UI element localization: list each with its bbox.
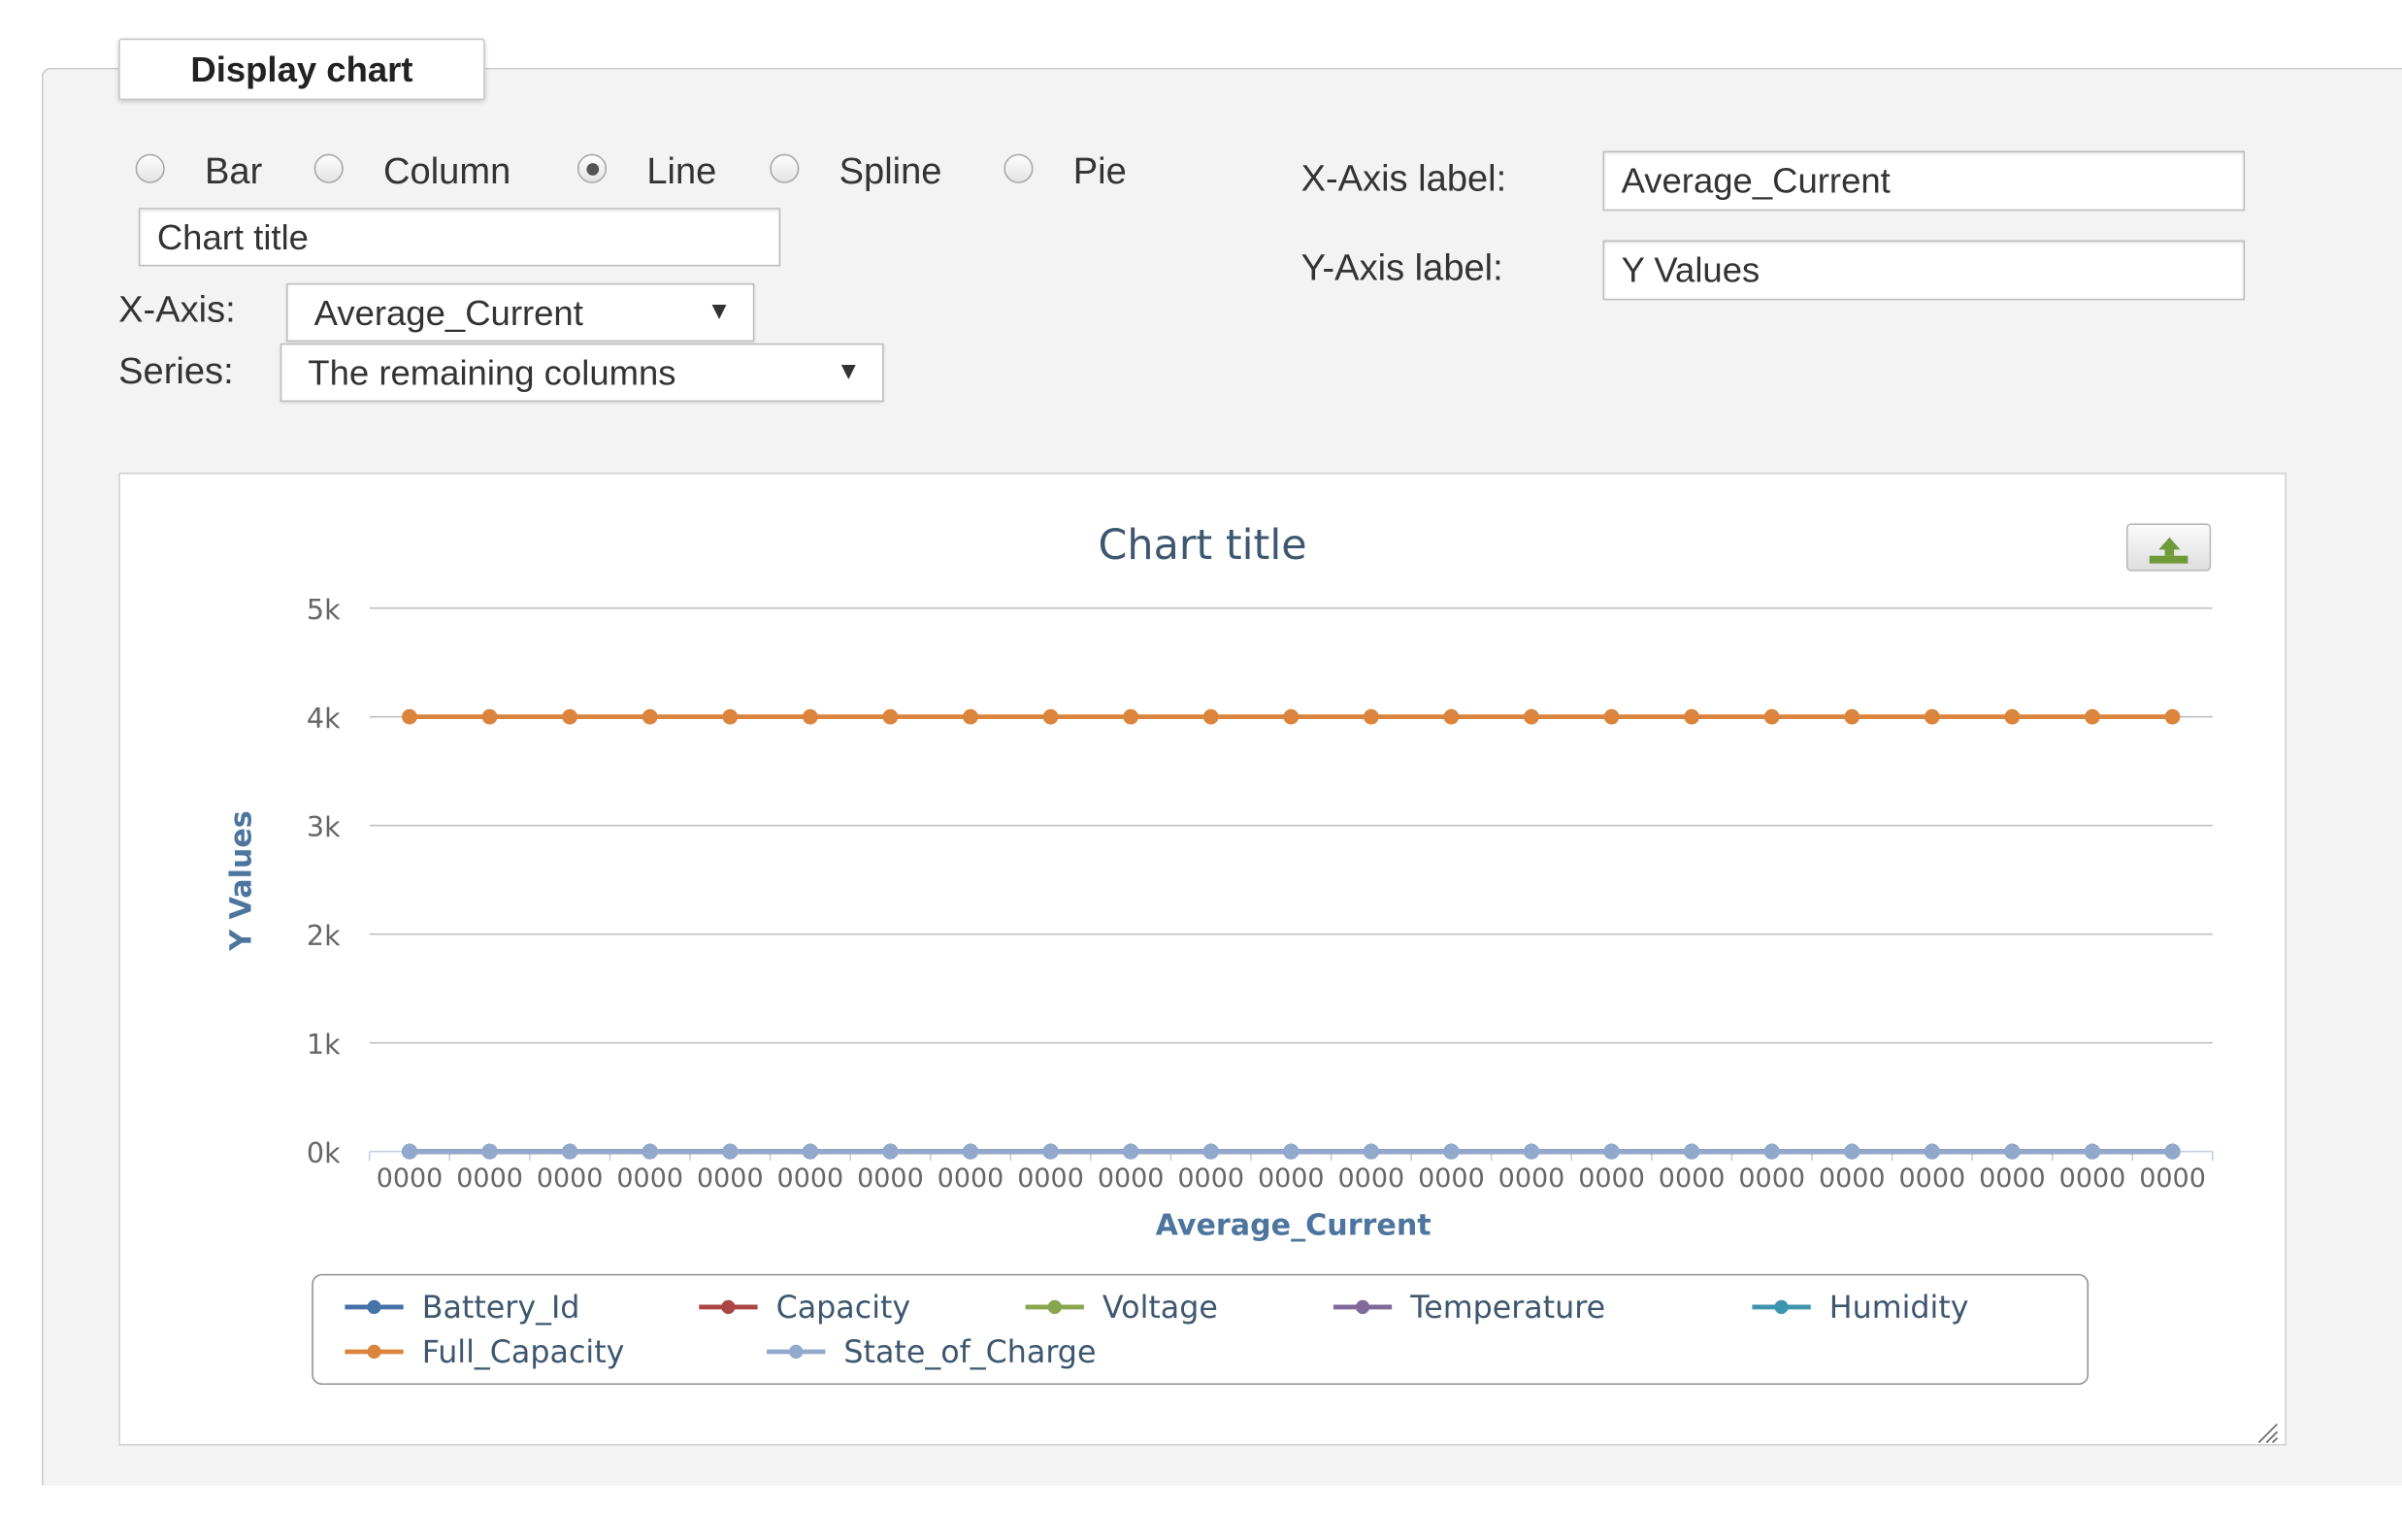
legend-swatch-marker [1355,1299,1370,1315]
data-point[interactable] [1283,1143,1300,1160]
data-point[interactable] [2004,708,2021,725]
data-point[interactable] [1283,708,1300,725]
line-chart: 0k 1k 2k 3k 4k 5k 0000 0000 0000 0000 0000 0000 0000… [225,521,2214,1386]
data-point[interactable] [1844,708,1860,725]
data-point[interactable] [562,1143,578,1160]
series-full-capacity [402,708,2181,725]
x-tick-label: 0000 [857,1163,924,1194]
data-point[interactable] [1123,1143,1139,1160]
legend-label: Battery_Id [422,1291,580,1326]
x-tick-label: 0000 [1258,1163,1325,1194]
legend-swatch-marker [1047,1299,1062,1315]
x-tick-label: 0000 [1177,1163,1244,1194]
data-point[interactable] [722,708,739,725]
data-point[interactable] [2085,1143,2100,1160]
data-point[interactable] [1763,1143,1780,1160]
data-point[interactable] [481,1143,498,1160]
y-tick-label: 2k [307,919,341,952]
data-point[interactable] [1202,708,1219,725]
data-point[interactable] [2085,708,2100,725]
data-point[interactable] [1443,1143,1460,1160]
data-point[interactable] [1924,708,1940,725]
y-tick-label: 3k [307,810,341,843]
data-point[interactable] [642,708,658,725]
data-point[interactable] [1763,708,1780,725]
data-point[interactable] [882,708,899,725]
data-point[interactable] [882,1143,899,1160]
x-tick-label: 0000 [456,1163,523,1194]
data-point[interactable] [1363,708,1379,725]
data-point[interactable] [1443,708,1460,725]
data-point[interactable] [481,708,498,725]
y-tick-label: 4k [307,702,341,735]
x-tick-label: 0000 [1098,1163,1165,1194]
legend-label: Voltage [1102,1291,1218,1326]
data-point[interactable] [1042,1143,1059,1160]
data-point[interactable] [722,1143,739,1160]
data-point[interactable] [1603,708,1620,725]
data-point[interactable] [1202,1143,1219,1160]
resize-grip[interactable] [2253,1420,2281,1444]
x-tick-label: 0000 [1738,1163,1805,1194]
x-tick-label: 0000 [537,1163,604,1194]
x-tick-label: 0000 [938,1163,1004,1194]
data-point[interactable] [1684,708,1700,725]
data-point[interactable] [1123,708,1139,725]
display-chart-panel-stage: Display chart Bar Column Line Spline Pie… [0,0,2402,1540]
data-point[interactable] [2004,1143,2021,1160]
x-tick-label: 0000 [777,1163,844,1194]
x-axis-title: Average_Current [1156,1208,1431,1242]
data-point[interactable] [1042,708,1059,725]
x-tick-label: 0000 [1418,1163,1485,1194]
data-point[interactable] [1524,1143,1539,1160]
data-point[interactable] [2164,708,2181,725]
data-point[interactable] [562,708,578,725]
legend-label: State_of_Charge [843,1335,1096,1370]
y-tick-label: 5k [307,593,341,626]
data-point[interactable] [1684,1143,1700,1160]
legend-swatch-marker [721,1299,736,1315]
legend-swatch-marker [789,1344,804,1360]
x-tick-label: 0000 [1899,1163,1966,1194]
y-tick-label: 1k [307,1028,341,1061]
export-chart-button[interactable] [2125,523,2212,572]
data-point[interactable] [642,1143,658,1160]
x-tick-label: 0000 [1578,1163,1645,1194]
legend-swatch-marker [367,1299,381,1315]
data-point[interactable] [402,708,417,725]
x-tick-label: 0000 [1498,1163,1565,1194]
x-tick-label: 0000 [697,1163,764,1194]
data-point[interactable] [802,708,818,725]
legend-swatch-marker [367,1344,381,1360]
x-tick-label: 0000 [2059,1163,2126,1194]
data-point[interactable] [963,708,978,725]
data-point[interactable] [802,1143,818,1160]
data-point[interactable] [1924,1143,1940,1160]
legend-label: Temperature [1409,1291,1605,1326]
data-point[interactable] [2164,1143,2181,1160]
legend-label: Full_Capacity [422,1335,625,1370]
legend-label: Capacity [776,1291,911,1326]
x-tick-label: 0000 [1338,1163,1405,1194]
data-point[interactable] [402,1143,417,1160]
data-point[interactable] [1603,1143,1620,1160]
x-tick-label: 0000 [1979,1163,2046,1194]
y-axis-title: Y Values [225,810,259,951]
x-tick-label: 0000 [2139,1163,2206,1194]
x-tick-label: 0000 [616,1163,683,1194]
data-point[interactable] [963,1143,978,1160]
x-tick-label: 0000 [377,1163,444,1194]
x-tick-label: 0000 [1819,1163,1886,1194]
legend-label: Humidity [1829,1291,1969,1326]
data-point[interactable] [1524,708,1539,725]
x-tick-label: 0000 [1017,1163,1084,1194]
chart-title: Chart title [1099,521,1307,570]
data-point[interactable] [1844,1143,1860,1160]
legend-swatch-marker [1774,1299,1789,1315]
series-state-of-charge [402,1143,2181,1160]
y-tick-label: 0k [307,1136,341,1169]
download-icon [2149,537,2188,564]
x-tick-label: 0000 [1659,1163,1726,1194]
data-point[interactable] [1363,1143,1379,1160]
